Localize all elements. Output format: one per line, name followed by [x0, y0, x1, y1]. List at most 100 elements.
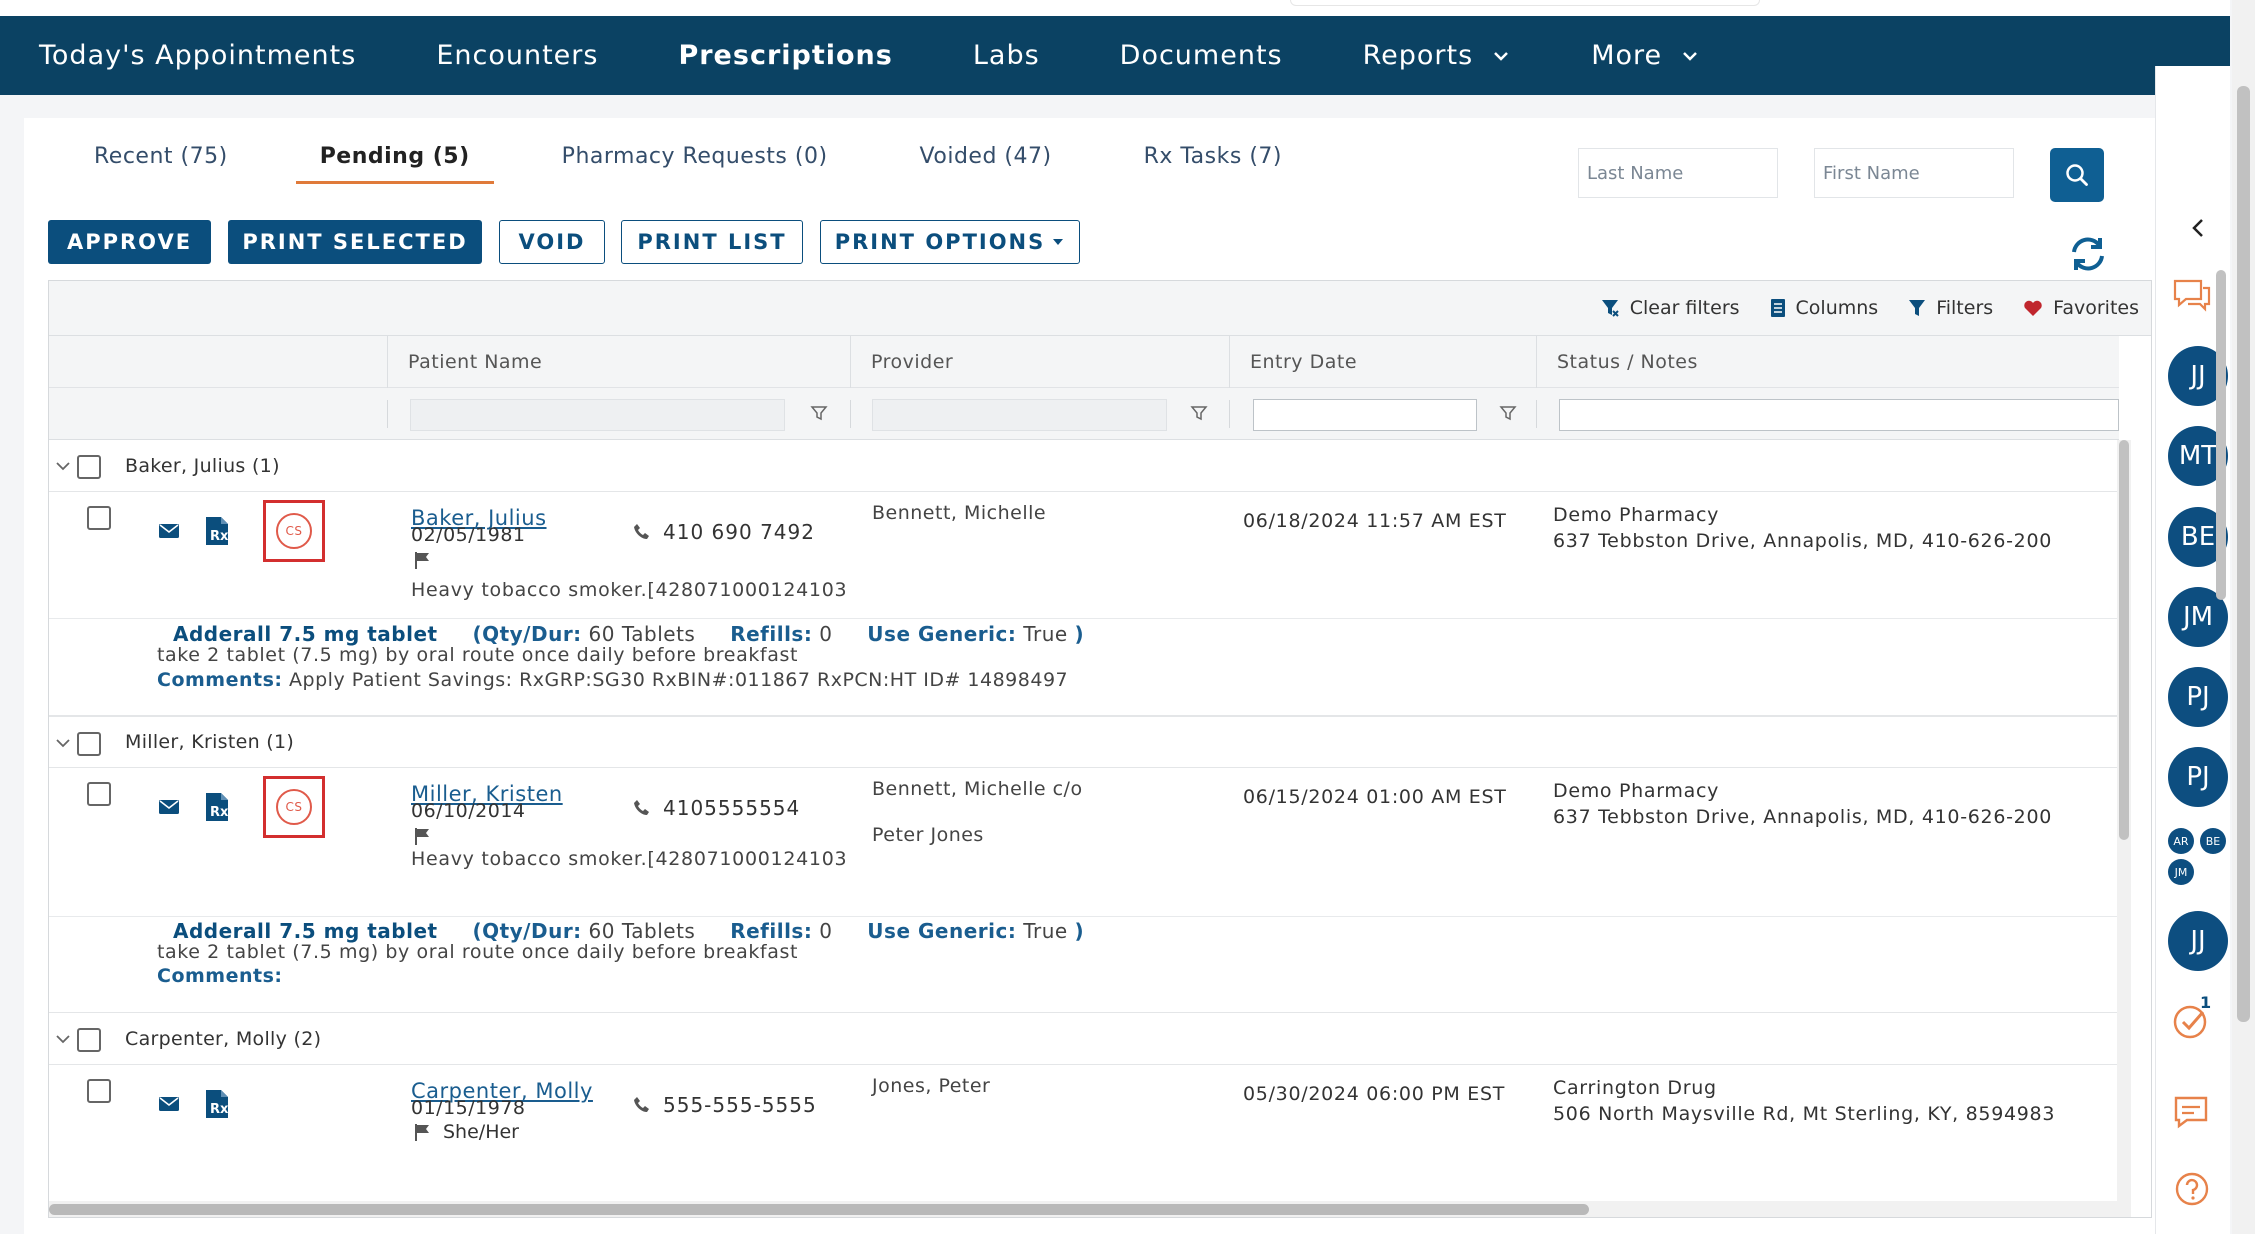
controlled-substance-badge[interactable]: CS — [263, 500, 325, 562]
col-select — [49, 336, 387, 388]
tab-recent[interactable]: Recent (75) — [70, 144, 252, 184]
rx-comments: Comments: Apply Patient Savings: RxGRP:S… — [157, 669, 1069, 691]
chevron-down-icon — [1494, 51, 1509, 61]
provider-name: Jones, Peter — [872, 1075, 991, 1097]
nav-more[interactable]: More — [1591, 40, 1700, 71]
pharmacy-name: Carrington Drug — [1553, 1077, 1717, 1099]
chevron-down-icon[interactable] — [55, 460, 71, 472]
rx-tabs: Recent (75) Pending (5) Pharmacy Request… — [70, 144, 1306, 184]
refresh-icon[interactable] — [2066, 232, 2110, 276]
print-options-button[interactable]: PRINT OPTIONS — [820, 220, 1080, 264]
svg-text:Rx: Rx — [210, 805, 229, 820]
pharmacy-address: 506 North Maysville Rd, Mt Sterling, KY,… — [1553, 1103, 2056, 1125]
nav-prescriptions[interactable]: Prescriptions — [678, 40, 892, 71]
columns-button[interactable]: Columns — [1770, 297, 1878, 319]
envelope-icon[interactable] — [158, 522, 180, 540]
filter-funnel-icon[interactable] — [809, 403, 829, 423]
help-icon[interactable] — [2174, 1171, 2210, 1207]
search-icon — [2066, 164, 2088, 186]
table-row: Rx CS Miller, Kristen 06/10/2014 4105555… — [49, 768, 2117, 916]
search-button[interactable] — [2050, 148, 2104, 202]
grid-header: Patient Name Provider Entry Date Status … — [49, 336, 2119, 388]
pending-rx-grid: Clear filters Columns Filters Favorites … — [48, 280, 2152, 1218]
controlled-substance-badge[interactable]: CS — [263, 776, 325, 838]
heart-icon — [2024, 300, 2042, 316]
group-label: Carpenter, Molly (2) — [125, 1027, 322, 1050]
filters-button[interactable]: Filters — [1908, 297, 1993, 319]
tab-pharmacy-requests[interactable]: Pharmacy Requests (0) — [538, 144, 852, 184]
chevron-down-icon[interactable] — [55, 737, 71, 749]
mini-avatar[interactable]: AR — [2168, 828, 2194, 854]
nav-documents[interactable]: Documents — [1120, 40, 1283, 71]
last-name-input[interactable] — [1578, 148, 1778, 198]
grid-horizontal-scrollbar[interactable] — [49, 1201, 2119, 1217]
filter-funnel-icon[interactable] — [1498, 403, 1518, 423]
entry-date: 06/15/2024 01:00 AM EST — [1243, 786, 1507, 808]
rx-document-icon[interactable]: Rx — [205, 792, 229, 822]
nav-reports[interactable]: Reports — [1363, 40, 1512, 71]
drug-name[interactable]: Adderall 7.5 mg tablet — [173, 622, 438, 646]
nav-todays-appointments[interactable]: Today's Appointments — [39, 40, 356, 71]
grid-vertical-scrollbar[interactable] — [2117, 440, 2131, 1217]
clear-filters-button[interactable]: Clear filters — [1600, 297, 1740, 319]
page-scrollbar[interactable] — [2232, 0, 2255, 1234]
approve-button[interactable]: APPROVE — [48, 220, 211, 264]
tab-voided[interactable]: Voided (47) — [896, 144, 1076, 184]
chevron-down-icon[interactable] — [55, 1033, 71, 1045]
favorites-button[interactable]: Favorites — [2023, 297, 2139, 319]
mini-avatar[interactable]: JM — [2168, 859, 2194, 885]
envelope-icon[interactable] — [158, 798, 180, 816]
flag-icon — [415, 828, 429, 845]
col-entry-date[interactable]: Entry Date — [1229, 336, 1536, 388]
filter-funnel-icon[interactable] — [1189, 403, 1209, 423]
void-button[interactable]: VOID — [499, 220, 605, 264]
group-header-row[interactable]: Miller, Kristen (1) — [49, 716, 2117, 768]
row-checkbox[interactable] — [87, 506, 111, 530]
chat-bubbles-icon[interactable] — [2172, 278, 2212, 314]
entry-date-filter[interactable] — [1253, 399, 1477, 431]
row-checkbox[interactable] — [87, 782, 111, 806]
patient-note: Heavy tobacco smoker.[428071000124103 — [411, 579, 848, 601]
svg-text:Rx: Rx — [210, 1102, 229, 1117]
group-header-row[interactable]: Carpenter, Molly (2) — [49, 1013, 2117, 1065]
patient-phone: 4105555554 — [633, 796, 800, 820]
group-checkbox[interactable] — [77, 455, 101, 479]
group-checkbox[interactable] — [77, 1028, 101, 1052]
rx-document-icon[interactable]: Rx — [205, 1089, 229, 1119]
pharmacy-address: 637 Tebbston Drive, Annapolis, MD, 410-6… — [1553, 530, 2053, 552]
chevron-down-icon — [1683, 51, 1698, 61]
pharmacy-address: 637 Tebbston Drive, Annapolis, MD, 410-6… — [1553, 806, 2053, 828]
group-label: Miller, Kristen (1) — [125, 731, 295, 753]
rx-detail: Adderall 7.5 mg tablet (Qty/Dur: 60 Tabl… — [49, 916, 2117, 1013]
caret-down-icon — [1053, 239, 1064, 245]
rx-sig: take 2 tablet (7.5 mg) by oral route onc… — [157, 941, 798, 963]
patient-phone: 555-555-5555 — [633, 1093, 817, 1117]
col-patient-name[interactable]: Patient Name — [387, 336, 850, 388]
rx-document-icon[interactable]: Rx — [205, 516, 229, 546]
drug-name[interactable]: Adderall 7.5 mg tablet — [173, 919, 438, 943]
col-provider[interactable]: Provider — [850, 336, 1229, 388]
tab-rx-tasks[interactable]: Rx Tasks (7) — [1120, 144, 1306, 184]
group-checkbox[interactable] — [77, 732, 101, 756]
col-status-notes[interactable]: Status / Notes — [1536, 336, 2119, 388]
message-icon[interactable] — [2173, 1095, 2209, 1129]
print-list-button[interactable]: PRINT LIST — [621, 220, 803, 264]
entry-date: 05/30/2024 06:00 PM EST — [1243, 1083, 1506, 1105]
patient-name-filter[interactable] — [410, 399, 785, 431]
grid-filter-row — [49, 388, 2119, 440]
envelope-icon[interactable] — [158, 1095, 180, 1113]
phone-icon — [634, 800, 649, 815]
nav-encounters[interactable]: Encounters — [436, 40, 598, 71]
sidebar-scrollbar[interactable] — [2215, 260, 2227, 960]
tab-pending[interactable]: Pending (5) — [295, 144, 494, 184]
flag-icon — [415, 1124, 429, 1141]
status-notes-filter[interactable] — [1559, 399, 2119, 431]
group-header-row[interactable]: Baker, Julius (1) — [49, 440, 2117, 492]
print-selected-button[interactable]: PRINT SELECTED — [228, 220, 482, 264]
nav-labs[interactable]: Labs — [973, 40, 1040, 71]
grid-toolbar: Clear filters Columns Filters Favorites — [49, 281, 2151, 336]
first-name-input[interactable] — [1814, 148, 2014, 198]
row-checkbox[interactable] — [87, 1079, 111, 1103]
provider-filter[interactable] — [872, 399, 1167, 431]
chevron-left-icon[interactable] — [2190, 218, 2206, 238]
